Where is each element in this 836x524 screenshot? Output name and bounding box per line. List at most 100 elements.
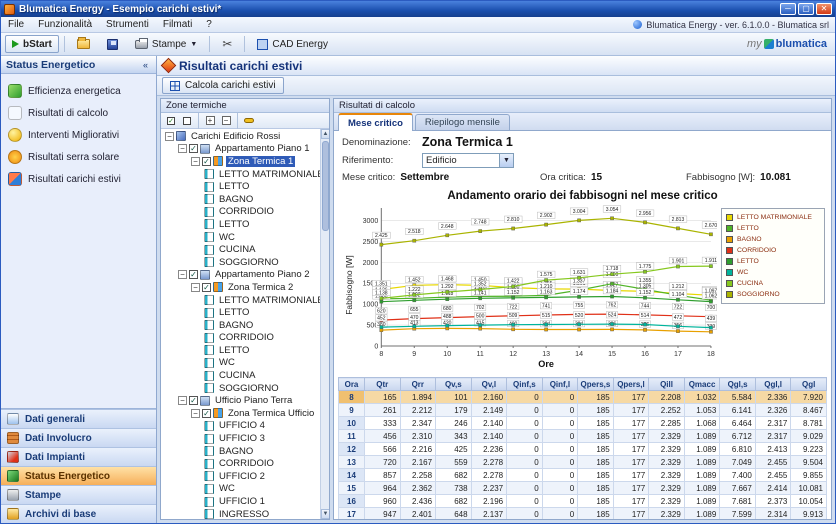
menu-item-[interactable]: ? (199, 18, 219, 31)
tree-node[interactable]: UFFICIO 2 (163, 470, 329, 483)
filter-button[interactable] (242, 114, 256, 127)
tree-node[interactable]: CORRIDOIO (163, 332, 329, 345)
menu-item-file[interactable]: File (1, 18, 31, 31)
tree-node[interactable]: −✓Zona Termica 1 (163, 155, 329, 168)
tree-checkbox[interactable]: ✓ (189, 396, 198, 405)
table-column-header[interactable]: Qv,s (436, 378, 472, 391)
tree-checkbox[interactable]: ✓ (202, 283, 211, 292)
tree-node[interactable]: CUCINA (163, 369, 329, 382)
riferimento-select[interactable]: Edificio ▼ (422, 153, 514, 168)
calcola-carichi-button[interactable]: Calcola carichi estivi (162, 77, 284, 94)
tree-node[interactable]: LETTO (163, 180, 329, 193)
table-column-header[interactable]: Ora (339, 378, 365, 391)
tree-expander-icon[interactable]: − (191, 157, 200, 166)
table-column-header[interactable]: Qinf,s (507, 378, 543, 391)
tree-node[interactable]: LETTO MATRIMONIALE (163, 168, 329, 181)
nav-item-dati-involucro[interactable]: Dati Involucro (1, 428, 156, 447)
sidebar-item-interventi-migliorativi[interactable]: Interventi Migliorativi (1, 124, 156, 146)
tree-node[interactable]: −✓Ufficio Piano Terra (163, 394, 329, 407)
tab-mese-critico[interactable]: Mese critico (338, 113, 413, 131)
table-row[interactable]: 137202.1675592.278001851772.3291.0897.04… (339, 456, 827, 469)
table-row[interactable]: 125662.2164252.236001851772.3291.0896.81… (339, 443, 827, 456)
minimize-button[interactable]: ─ (780, 3, 796, 15)
tree-node[interactable]: LETTO MATRIMONIALE (163, 294, 329, 307)
sidebar-item-efficienza-energetica[interactable]: Efficienza energetica (1, 80, 156, 102)
table-column-header[interactable]: Qv,l (471, 378, 507, 391)
open-button[interactable] (70, 35, 97, 53)
menu-item-strumenti[interactable]: Strumenti (99, 18, 156, 31)
menu-item-funzionalit[interactable]: Funzionalità (31, 18, 99, 31)
tree-node[interactable]: WC (163, 231, 329, 244)
tree-node[interactable]: −✓Appartamento Piano 2 (163, 269, 329, 282)
save-button[interactable] (100, 35, 125, 53)
sidebar-item-risultati-carichi-estivi[interactable]: Risultati carichi estivi (1, 168, 156, 190)
expand-all-button[interactable]: + (203, 114, 217, 127)
check-all-button[interactable]: ✓ (164, 114, 178, 127)
uncheck-all-button[interactable] (180, 114, 194, 127)
table-row[interactable]: 92612.2121792.149001851772.2521.0536.141… (339, 404, 827, 417)
sidebar-item-risultati-serra-solare[interactable]: Risultati serra solare (1, 146, 156, 168)
tree-node[interactable]: BAGNO (163, 445, 329, 458)
scroll-up-icon[interactable]: ▲ (321, 129, 329, 139)
table-column-header[interactable]: Qill (649, 378, 685, 391)
dropdown-arrow-icon[interactable]: ▼ (499, 154, 513, 167)
table-column-header[interactable]: Qpers,l (613, 378, 649, 391)
sidebar-collapse-button[interactable]: « (140, 59, 151, 71)
menu-item-filmati[interactable]: Filmati (156, 18, 199, 31)
tree-node[interactable]: UFFICIO 1 (163, 495, 329, 508)
table-column-header[interactable]: Qpers,s (578, 378, 614, 391)
tree-node[interactable]: INGRESSO (163, 508, 329, 519)
table-row[interactable]: 179472.4016482.137001851772.3291.0897.59… (339, 508, 827, 520)
cut-button[interactable]: ✂ (215, 35, 239, 53)
tree-expander-icon[interactable]: − (191, 283, 200, 292)
table-row[interactable]: 81651.8941012.160001851772.2081.0325.584… (339, 391, 827, 404)
tree-checkbox[interactable]: ✓ (202, 409, 211, 418)
nav-item-archivi-di-base[interactable]: Archivi di base (1, 504, 156, 523)
cad-energy-button[interactable]: CAD Energy (250, 35, 335, 53)
table-column-header[interactable]: Qtr (365, 378, 401, 391)
table-column-header[interactable]: Qmacc (684, 378, 720, 391)
tree-node[interactable]: BAGNO (163, 319, 329, 332)
tree-node[interactable]: WC (163, 483, 329, 496)
stampe-button[interactable]: Stampe ▼ (128, 35, 204, 53)
close-button[interactable]: ✕ (816, 3, 832, 15)
table-column-header[interactable]: Qgl (791, 378, 827, 391)
tree-node[interactable]: −✓Appartamento Piano 1 (163, 143, 329, 156)
scroll-thumb[interactable] (322, 141, 329, 231)
nav-item-dati-impianti[interactable]: Dati Impianti (1, 447, 156, 466)
sidebar-item-risultati-di-calcolo[interactable]: Risultati di calcolo (1, 102, 156, 124)
table-column-header[interactable]: Qgl,l (755, 378, 791, 391)
tree-node[interactable]: LETTO (163, 344, 329, 357)
tree-expander-icon[interactable]: − (178, 270, 187, 279)
table-row[interactable]: 114562.3103432.140001851772.3291.0896.71… (339, 430, 827, 443)
tree-node[interactable]: LETTO (163, 218, 329, 231)
scroll-down-icon[interactable]: ▼ (321, 509, 329, 519)
tree-node[interactable]: UFFICIO 4 (163, 420, 329, 433)
tree-expander-icon[interactable]: − (191, 409, 200, 418)
tree-node[interactable]: LETTO (163, 306, 329, 319)
tree-node[interactable]: SOGGIORNO (163, 256, 329, 269)
tree-scrollbar[interactable]: ▲ ▼ (320, 129, 329, 519)
tree-expander-icon[interactable]: − (178, 144, 187, 153)
tree-expander-icon[interactable]: − (178, 396, 187, 405)
maximize-button[interactable]: ▢ (798, 3, 814, 15)
tree-checkbox[interactable]: ✓ (189, 144, 198, 153)
bstart-button[interactable]: bStart (5, 35, 59, 53)
tree-node[interactable]: CORRIDOIO (163, 206, 329, 219)
tree-node[interactable]: CORRIDOIO (163, 457, 329, 470)
table-column-header[interactable]: Qgl,s (720, 378, 756, 391)
tree-node[interactable]: UFFICIO 3 (163, 432, 329, 445)
table-row[interactable]: 159642.3627382.237001851772.3291.0897.66… (339, 482, 827, 495)
nav-item-dati-generali[interactable]: Dati generali (1, 409, 156, 428)
table-row[interactable]: 103332.3472462.140001851772.2851.0686.46… (339, 417, 827, 430)
tree-checkbox[interactable]: ✓ (189, 270, 198, 279)
tree-expander-icon[interactable]: − (165, 132, 174, 141)
tree-node[interactable]: SOGGIORNO (163, 382, 329, 395)
tree-node[interactable]: WC (163, 357, 329, 370)
table-column-header[interactable]: Qrr (400, 378, 436, 391)
nav-item-stampe[interactable]: Stampe (1, 485, 156, 504)
tree-node[interactable]: CUCINA (163, 243, 329, 256)
nav-item-status-energetico[interactable]: Status Energetico (1, 466, 156, 485)
tree-node[interactable]: −✓Zona Termica Ufficio (163, 407, 329, 420)
table-column-header[interactable]: Qinf,l (542, 378, 578, 391)
